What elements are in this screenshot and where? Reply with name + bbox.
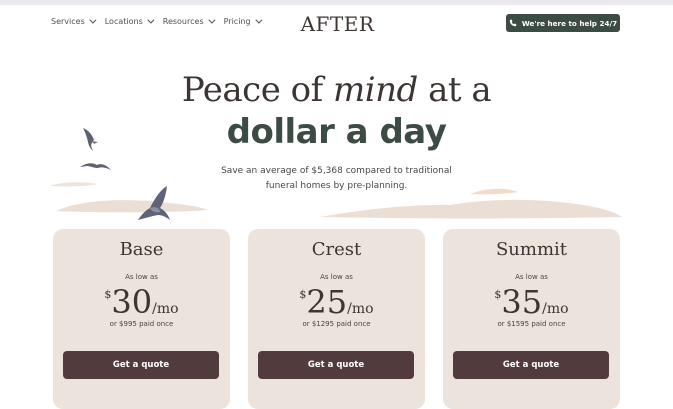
nav-item-pricing[interactable]: Pricing: [223, 16, 263, 26]
nav-item-label: Resources: [162, 17, 204, 26]
plan-as-low-as: As low as: [320, 273, 353, 281]
gull-icon: [80, 163, 111, 170]
price-period: /mo: [347, 301, 374, 317]
plan-once-price: or $1295 paid once: [302, 320, 371, 328]
nav-item-label: Locations: [104, 17, 143, 26]
price-amount: 35: [501, 283, 543, 321]
plan-name: Base: [119, 239, 164, 260]
plan-as-low-as: As low as: [515, 273, 548, 281]
plan-price: $30/mo: [53, 283, 230, 321]
phone-icon: [509, 19, 517, 27]
chevron-down-icon: [254, 16, 263, 24]
hero-heading-line2: dollar a day: [226, 112, 447, 152]
plan-once-price: or $1595 paid once: [497, 320, 566, 328]
get-quote-button[interactable]: Get a quote: [63, 351, 219, 379]
price-amount: 30: [111, 283, 153, 321]
nav-item-services[interactable]: Services: [51, 16, 97, 26]
plan-as-low-as: As low as: [125, 273, 158, 281]
help-24-7-button[interactable]: We're here to help 24/7: [506, 14, 620, 32]
chevron-down-icon: [207, 16, 216, 24]
plan-once-price: or $995 paid once: [109, 320, 174, 328]
chevron-down-icon: [89, 16, 97, 24]
hero-subtitle: Save an average of $5,368 compared to tr…: [221, 166, 452, 191]
plan-name: Summit: [495, 239, 568, 260]
cloud-right: [320, 199, 622, 219]
get-quote-button[interactable]: Get a quote: [258, 351, 414, 379]
get-quote-button[interactable]: Get a quote: [453, 351, 609, 379]
hero-text: at a: [417, 70, 492, 110]
cloud-left-small: [50, 182, 98, 187]
plan-card-base: Base As low as $30/mo or $995 paid once …: [53, 229, 230, 409]
nav-item-locations[interactable]: Locations: [104, 16, 155, 26]
chevron-down-icon: [147, 16, 155, 24]
plan-price: $35/mo: [443, 283, 620, 321]
nav-item-label: Pricing: [223, 17, 251, 26]
plan-card-crest: Crest As low as $25/mo or $1295 paid onc…: [248, 229, 425, 409]
help-label: We're here to help 24/7: [521, 18, 618, 28]
cloud-right-small: [470, 188, 518, 195]
price-period: /mo: [542, 301, 569, 317]
after-logo[interactable]: AFTER: [300, 12, 375, 36]
price-period: /mo: [152, 301, 179, 317]
nav-links: Services Locations Resources Pricing: [51, 16, 271, 26]
hero-text: Peace of: [181, 70, 333, 110]
hero-heading-line1: Peace of mind at a: [0, 70, 673, 110]
nav-item-label: Services: [51, 17, 85, 26]
top-navigation: Services Locations Resources Pricing AFT…: [0, 5, 673, 41]
price-amount: 25: [306, 283, 348, 321]
plan-price: $25/mo: [248, 283, 425, 321]
hero-italic-text: mind: [332, 70, 418, 110]
cloud-left: [56, 200, 208, 213]
plan-card-summit: Summit As low as $35/mo or $1595 paid on…: [443, 229, 620, 409]
nav-item-resources[interactable]: Resources: [162, 16, 216, 26]
plan-name: Crest: [311, 239, 362, 260]
